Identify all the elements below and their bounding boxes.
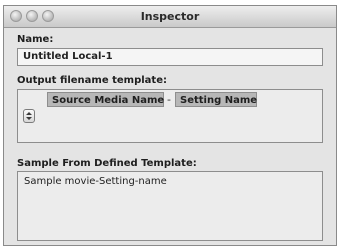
token-setting-name[interactable]: Setting Name: [175, 92, 257, 107]
window-title: Inspector: [140, 10, 200, 23]
name-field[interactable]: Untitled Local-1: [17, 48, 323, 66]
output-template-field[interactable]: Source Media Name - Setting Name: [17, 89, 323, 143]
output-template-label: Output filename template:: [17, 75, 167, 86]
sample-label: Sample From Defined Template:: [17, 158, 197, 169]
sample-value: Sample movie-Setting-name: [24, 176, 167, 187]
up-down-arrows-icon: [26, 112, 32, 120]
token-source-media-name[interactable]: Source Media Name: [47, 92, 164, 107]
sample-field: Sample movie-Setting-name: [17, 171, 323, 241]
token-stepper[interactable]: [23, 109, 35, 123]
inspector-window: Inspector Name: Untitled Local-1 Output …: [3, 5, 337, 246]
name-label: Name:: [17, 34, 54, 45]
title-bar: Inspector: [4, 6, 336, 28]
token-separator: -: [167, 93, 171, 106]
